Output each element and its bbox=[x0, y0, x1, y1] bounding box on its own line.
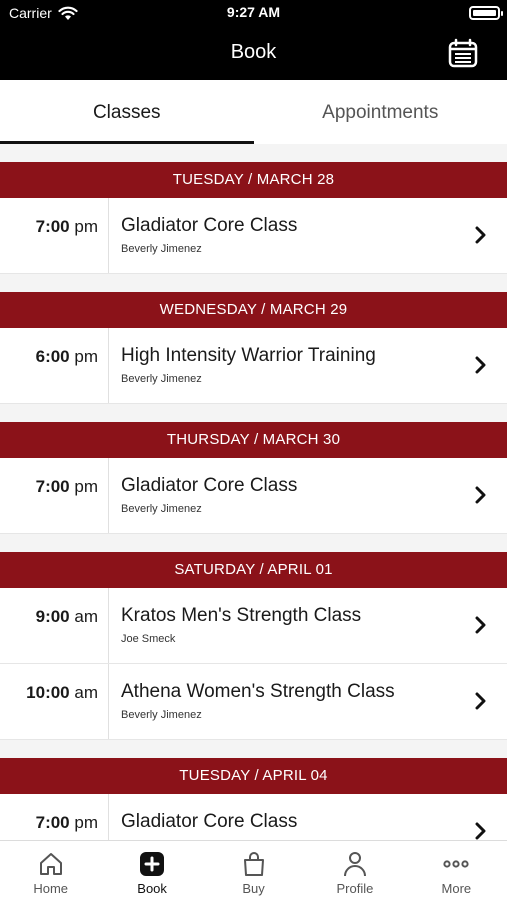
bottom-tab-bar: Home Book Buy Profile More bbox=[0, 840, 507, 900]
plus-square-icon bbox=[140, 852, 165, 876]
time-meridiem: pm bbox=[74, 477, 98, 496]
class-name: Gladiator Core Class bbox=[121, 215, 298, 236]
tab-buy[interactable]: Buy bbox=[203, 841, 304, 900]
segment-tabs: Classes Appointments bbox=[0, 80, 507, 144]
instructor-name: Beverly Jimenez bbox=[121, 503, 202, 515]
class-name: High Intensity Warrior Training bbox=[121, 345, 376, 366]
tab-home-label: Home bbox=[33, 881, 69, 896]
clock: 9:27 AM bbox=[226, 4, 281, 20]
tab-profile-label: Profile bbox=[336, 881, 374, 896]
battery-icon bbox=[469, 6, 503, 20]
class-name: Athena Women's Strength Class bbox=[121, 681, 395, 702]
person-icon bbox=[343, 852, 366, 877]
instructor-name: Beverly Jimenez bbox=[121, 709, 202, 721]
page-title: Book bbox=[230, 41, 277, 63]
time-value: 7:00 bbox=[35, 813, 70, 832]
time-value: 6:00 bbox=[35, 347, 70, 366]
instructor-name: Beverly Jimenez bbox=[121, 243, 202, 255]
chevron-right-icon bbox=[475, 616, 486, 634]
tab-appointments[interactable]: Appointments bbox=[254, 80, 507, 144]
class-time: 6:00 pm bbox=[0, 328, 109, 403]
shopping-bag-icon bbox=[243, 852, 264, 876]
chevron-right-icon bbox=[475, 486, 486, 504]
class-time: 9:00 am bbox=[0, 588, 109, 663]
class-schedule-list[interactable]: TUESDAY / MARCH 28 7:00 pm Gladiator Cor… bbox=[0, 144, 507, 840]
time-meridiem: pm bbox=[74, 347, 98, 366]
class-row[interactable]: 7:00 pm Gladiator Core Class Beverly Jim… bbox=[0, 458, 507, 534]
tab-more-label: More bbox=[441, 881, 472, 896]
time-meridiem: am bbox=[74, 607, 98, 626]
class-name: Gladiator Core Class bbox=[121, 475, 298, 496]
home-icon bbox=[39, 853, 62, 875]
tab-profile[interactable]: Profile bbox=[304, 841, 405, 900]
class-row[interactable]: 6:00 pm High Intensity Warrior Training … bbox=[0, 328, 507, 404]
chevron-right-icon bbox=[475, 692, 486, 710]
class-row[interactable]: 7:00 pm Gladiator Core Class Beverly Jim… bbox=[0, 198, 507, 274]
instructor-name: Beverly Jimenez bbox=[121, 373, 202, 385]
class-time: 10:00 am bbox=[0, 664, 109, 739]
day-header: TUESDAY / MARCH 28 bbox=[0, 162, 507, 198]
class-row[interactable]: 9:00 am Kratos Men's Strength Class Joe … bbox=[0, 588, 507, 664]
chevron-right-icon bbox=[475, 226, 486, 244]
time-value: 7:00 bbox=[35, 477, 70, 496]
time-meridiem: pm bbox=[74, 813, 98, 832]
class-name: Kratos Men's Strength Class bbox=[121, 605, 362, 626]
tab-home[interactable]: Home bbox=[0, 841, 101, 900]
class-name: Gladiator Core Class bbox=[121, 811, 298, 832]
tab-classes[interactable]: Classes bbox=[0, 80, 254, 144]
class-time: 7:00 pm bbox=[0, 198, 109, 273]
chevron-right-icon bbox=[475, 356, 486, 374]
tab-book[interactable]: Book bbox=[101, 841, 202, 900]
class-row[interactable]: 7:00 pm Gladiator Core Class bbox=[0, 794, 507, 840]
time-meridiem: pm bbox=[74, 217, 98, 236]
time-value: 10:00 bbox=[26, 683, 70, 702]
class-time: 7:00 pm bbox=[0, 458, 109, 533]
chevron-right-icon bbox=[475, 822, 486, 840]
time-value: 7:00 bbox=[35, 217, 70, 236]
time-value: 9:00 bbox=[35, 607, 70, 626]
day-header: THURSDAY / MARCH 30 bbox=[0, 422, 507, 458]
day-header: TUESDAY / APRIL 04 bbox=[0, 758, 507, 794]
day-header: WEDNESDAY / MARCH 29 bbox=[0, 292, 507, 328]
calendar-icon[interactable] bbox=[447, 37, 479, 69]
status-bar: Carrier 9:27 AM bbox=[0, 0, 507, 26]
class-row[interactable]: 10:00 am Athena Women's Strength Class B… bbox=[0, 664, 507, 740]
tab-book-label: Book bbox=[137, 881, 167, 896]
instructor-name: Joe Smeck bbox=[121, 633, 176, 645]
day-header: SATURDAY / APRIL 01 bbox=[0, 552, 507, 588]
time-meridiem: am bbox=[74, 683, 98, 702]
tab-more[interactable]: More bbox=[406, 841, 507, 900]
ellipsis-icon bbox=[443, 860, 469, 868]
navigation-bar: Book bbox=[0, 26, 507, 80]
class-time: 7:00 pm bbox=[0, 794, 109, 840]
tab-buy-label: Buy bbox=[242, 881, 265, 896]
